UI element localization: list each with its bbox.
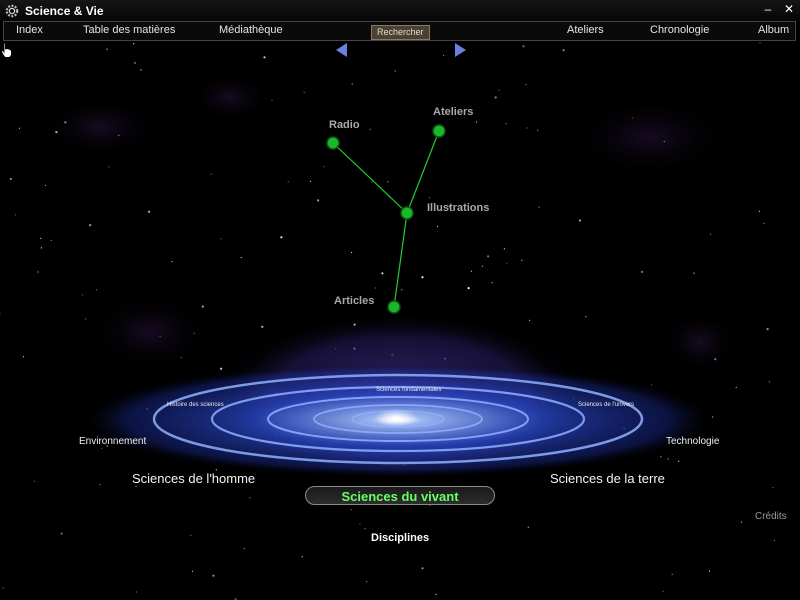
disciplines-label: Disciplines xyxy=(371,532,430,544)
discipline-univers[interactable]: Sciences de l'univers xyxy=(578,402,634,408)
node-label-illustrations[interactable]: Illustrations xyxy=(427,202,489,214)
title-bar: Science & Vie – ✕ xyxy=(0,0,800,21)
node-label-radio[interactable]: Radio xyxy=(329,119,360,131)
hand-cursor-icon xyxy=(0,42,12,58)
node-label-articles[interactable]: Articles xyxy=(334,295,374,307)
previous-arrow-icon[interactable] xyxy=(335,42,349,58)
node-links xyxy=(332,130,440,308)
menu-item-mediatheque[interactable]: Médiathèque xyxy=(219,24,283,36)
node-dot-radio[interactable] xyxy=(326,136,340,150)
credits-link[interactable]: Crédits xyxy=(755,511,787,522)
discipline-fondamentales[interactable]: Sciences fondamentales xyxy=(376,387,441,393)
selected-discipline-button[interactable]: Sciences du vivant xyxy=(305,486,495,505)
close-button[interactable]: ✕ xyxy=(782,2,796,16)
discipline-environnement[interactable]: Environnement xyxy=(79,436,146,447)
menu-item-chronologie[interactable]: Chronologie xyxy=(650,24,709,36)
gear-icon xyxy=(5,4,19,17)
orbit-core xyxy=(374,409,418,427)
window-title: Science & Vie xyxy=(25,3,104,18)
discipline-technologie[interactable]: Technologie xyxy=(666,436,719,447)
discipline-homme[interactable]: Sciences de l'homme xyxy=(132,471,255,486)
node-dot-articles[interactable] xyxy=(387,300,401,314)
search-button[interactable]: Rechercher xyxy=(371,25,430,40)
node-dot-illustrations[interactable] xyxy=(400,206,414,220)
node-dot-ateliers[interactable] xyxy=(432,124,446,138)
menu-bar: Index Table des matières Médiathèque Rec… xyxy=(3,21,796,41)
menu-item-table-des-matieres[interactable]: Table des matières xyxy=(83,24,175,36)
minimize-button[interactable]: – xyxy=(761,2,775,16)
next-arrow-icon[interactable] xyxy=(453,42,467,58)
node-label-ateliers[interactable]: Ateliers xyxy=(433,106,473,118)
discipline-histoire[interactable]: Histoire des sciences xyxy=(167,402,224,408)
menu-item-album[interactable]: Album xyxy=(758,24,789,36)
menu-item-index[interactable]: Index xyxy=(16,24,43,36)
menu-item-ateliers[interactable]: Ateliers xyxy=(567,24,604,36)
discipline-terre[interactable]: Sciences de la terre xyxy=(550,471,665,486)
starfield-canvas xyxy=(0,42,776,600)
node-dots xyxy=(326,124,446,314)
stage: Radio Ateliers Illustrations Articles Sc… xyxy=(0,42,800,600)
